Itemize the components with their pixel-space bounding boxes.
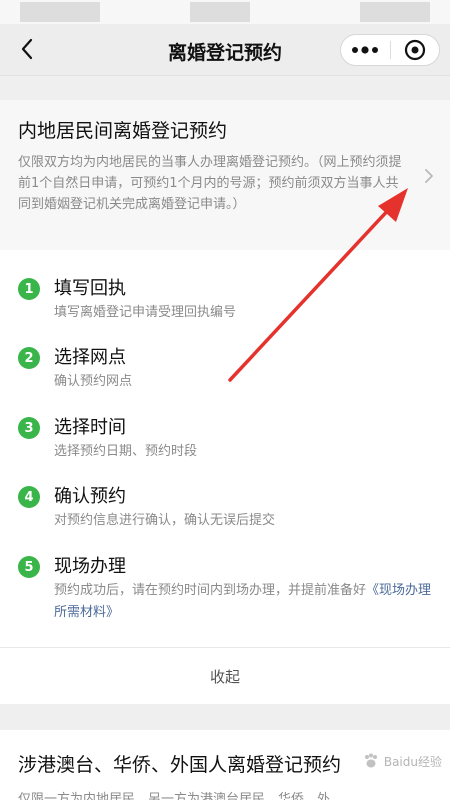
step-number-badge: 4: [18, 486, 40, 508]
collapse-button[interactable]: 收起: [0, 648, 450, 704]
step-description: 对预约信息进行确认，确认无误后提交: [54, 513, 276, 528]
more-dots-icon: [352, 46, 379, 54]
step-description: 预约成功后，请在预约时间内到场办理，并提前准备好《现场办理所需材料》: [54, 580, 434, 624]
step-title: 选择时间: [54, 417, 126, 438]
step-number-badge: 2: [18, 347, 40, 369]
step-description: 选择预约日期、预约时段: [54, 444, 198, 459]
step-number-badge: 3: [18, 417, 40, 439]
watermark: Baidu经验: [362, 752, 442, 770]
step-number-badge: 1: [18, 278, 40, 300]
navigation-bar: 离婚登记预约: [0, 24, 450, 76]
step-description: 确认预约网点: [54, 374, 133, 389]
status-blur-left: [20, 2, 100, 22]
step-title: 确认预约: [54, 486, 126, 507]
status-blur-right: [360, 2, 430, 22]
step-description: 填写离婚登记申请受理回执编号: [54, 305, 237, 320]
step-number-badge: 5: [18, 556, 40, 578]
more-button[interactable]: [341, 35, 390, 65]
step-title: 填写回执: [54, 278, 126, 299]
status-blur-center: [190, 2, 250, 22]
mainland-divorce-card: 内地居民间离婚登记预约 仅限双方均为内地居民的当事人办理离婚登记预约。（网上预约…: [0, 100, 450, 704]
target-close-icon: [404, 39, 425, 61]
close-mini-program-button[interactable]: [391, 35, 440, 65]
mainland-section-header[interactable]: 内地居民间离婚登记预约 仅限双方均为内地居民的当事人办理离婚登记预约。（网上预约…: [0, 100, 450, 250]
section-title: 涉港澳台、华侨、外国人离婚登记预约: [18, 754, 342, 776]
step-title: 选择网点: [54, 347, 126, 368]
section-description: 仅限一方为内地居民，另一方为港澳台居民、华侨、外: [18, 792, 331, 800]
section-description: 仅限双方均为内地居民的当事人办理离婚登记预约。（网上预约须提前1个自然日申请，可…: [18, 155, 402, 212]
section-title: 内地居民间离婚登记预约: [18, 120, 228, 142]
status-bar: [0, 0, 450, 24]
watermark-text: Baidu经验: [383, 754, 442, 769]
chevron-right-icon: [425, 169, 433, 183]
step-description-text: 预约成功后，请在预约时间内到场办理，并提前准备好: [54, 583, 367, 598]
step-title: 现场办理: [54, 556, 126, 577]
paw-logo-icon: [364, 753, 377, 768]
mini-program-capsule: [340, 34, 440, 66]
